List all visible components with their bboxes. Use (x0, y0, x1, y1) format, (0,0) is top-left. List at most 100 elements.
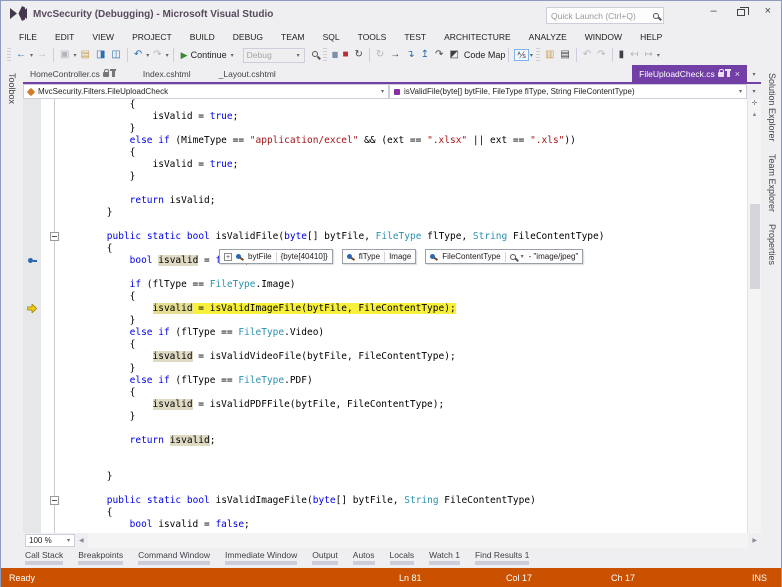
continue-button[interactable]: ▶ Continue ▾ (177, 50, 239, 61)
step-over-icon[interactable]: ↷ (432, 46, 446, 64)
code-line[interactable]: } (61, 471, 747, 483)
zoom-dropdown[interactable]: 100 % ▾ (25, 534, 75, 547)
menu-item[interactable]: VIEW (83, 32, 123, 42)
code-line[interactable]: { (61, 387, 747, 399)
menu-item[interactable]: ARCHITECTURE (435, 32, 520, 42)
stop-debugging-icon[interactable]: ■ (339, 46, 351, 64)
code-line[interactable]: isvalid = isValidVideoFile(bytFile, File… (61, 351, 747, 363)
copy-document-icon[interactable]: ▤ (557, 46, 572, 64)
open-file-icon[interactable]: ▤ (77, 46, 92, 64)
code-line[interactable]: } (61, 411, 747, 423)
code-line[interactable]: } (61, 363, 747, 375)
type-dropdown[interactable]: MvcSecurity.Filters.FileUploadCheck ▾ (23, 84, 389, 99)
splitter-handle[interactable]: ✛ (748, 99, 761, 109)
datatip-pin-icon[interactable] (430, 253, 438, 261)
tool-window-tab[interactable]: Call Stack (25, 550, 64, 565)
horizontal-scrollbar[interactable] (87, 533, 749, 548)
tool-window-tab[interactable]: Command Window (138, 550, 210, 565)
tool-window-tab[interactable]: Breakpoints (78, 550, 123, 565)
code-line[interactable] (61, 447, 747, 459)
toolbox-tab[interactable]: Toolbox (5, 69, 19, 108)
menu-item[interactable]: BUILD (181, 32, 224, 42)
code-line[interactable] (61, 267, 747, 279)
solution-explorer-tab[interactable]: Solution Explorer (765, 69, 779, 146)
scroll-up-icon[interactable]: ▲ (748, 109, 761, 121)
show-next-statement-icon[interactable]: → (387, 46, 403, 64)
datatip-pin-icon[interactable] (346, 253, 355, 261)
visualizer-caret-icon[interactable]: ▾ (520, 253, 525, 260)
menu-item[interactable]: TOOLS (349, 32, 396, 42)
bookmark-icon[interactable]: ▮ (616, 46, 628, 64)
code-line[interactable] (61, 483, 747, 495)
breakpoint-margin[interactable] (23, 99, 41, 533)
code-line[interactable]: else if (flType == FileType.Video) (61, 327, 747, 339)
tool-window-tab[interactable]: Output (312, 550, 338, 565)
pin-icon[interactable] (110, 69, 117, 77)
code-line[interactable]: { (61, 147, 747, 159)
quick-launch-input[interactable]: Quick Launch (Ctrl+Q) (546, 7, 664, 24)
step-into-icon[interactable]: ↴ (403, 46, 417, 64)
text-visualizer-icon[interactable] (509, 253, 516, 260)
code-line[interactable]: isValid = true; (61, 159, 747, 171)
menu-item[interactable]: DEBUG (224, 32, 272, 42)
tool-window-tab[interactable]: Watch 1 (429, 550, 460, 565)
menu-item[interactable]: HELP (631, 32, 671, 42)
undo-icon[interactable]: ↶ (131, 46, 145, 64)
code-line[interactable]: } (61, 315, 747, 327)
code-line[interactable]: } (61, 171, 747, 183)
menu-item[interactable]: SQL (314, 32, 349, 42)
menu-item[interactable]: EDIT (46, 32, 83, 42)
code-line[interactable] (61, 219, 747, 231)
solution-configurations-dropdown[interactable]: Debug ▾ (242, 47, 305, 63)
menu-item[interactable]: ANALYZE (520, 32, 576, 42)
code-map-icon[interactable]: ◩ (446, 46, 461, 64)
break-all-icon[interactable]: ▮▮ (329, 46, 340, 64)
tab-homecontroller[interactable]: HomeController.cs (23, 65, 122, 82)
code-line[interactable]: return isValid; (61, 195, 747, 207)
save-icon[interactable]: ◨ (93, 46, 108, 64)
bookmark-caret-icon[interactable]: ▾ (656, 52, 661, 59)
vertical-scrollbar-thumb[interactable] (750, 204, 760, 289)
restore-button[interactable] (736, 7, 749, 16)
tab-fileuploadcheck[interactable]: FileUploadCheck.cs × (632, 65, 747, 82)
intellitrace-caret-icon[interactable]: ▾ (529, 52, 534, 59)
tool-window-tab[interactable]: Find Results 1 (474, 550, 530, 565)
code-line[interactable]: if (flType == FileType.Image) (61, 279, 747, 291)
outline-margin[interactable] (45, 99, 61, 533)
team-explorer-tab[interactable]: Team Explorer (765, 150, 779, 216)
minimize-button[interactable]: – (710, 5, 716, 17)
restart-icon[interactable]: ↻ (351, 46, 365, 64)
datatip-filecontenttype[interactable]: FileContentType ▾ - "image/jpeg" (425, 249, 584, 264)
intellitrace-toggle-icon[interactable]: ⅍ (514, 49, 529, 61)
expand-icon[interactable]: + (224, 252, 232, 261)
code-line[interactable] (61, 183, 747, 195)
properties-tab[interactable]: Properties (765, 220, 779, 269)
tool-window-tab[interactable]: Locals (389, 550, 414, 565)
code-line[interactable] (61, 459, 747, 471)
margin-pin-icon[interactable] (28, 256, 37, 265)
datatip-pin-icon[interactable] (236, 253, 244, 261)
tab-list-caret-icon[interactable]: ▾ (747, 71, 761, 82)
code-line[interactable]: else if (flType == FileType.PDF) (61, 375, 747, 387)
code-map-label[interactable]: Code Map (462, 50, 506, 60)
tool-window-tab[interactable]: Autos (352, 550, 375, 565)
menu-item[interactable]: FILE (10, 32, 46, 42)
menu-item[interactable]: TEAM (272, 32, 314, 42)
code-line[interactable]: isValid = true; (61, 111, 747, 123)
scroll-left-icon[interactable]: ◀ (75, 537, 88, 544)
tool-window-tab[interactable]: Immediate Window (224, 550, 298, 565)
code-line[interactable]: isvalid = isValidImageFile(bytFile, File… (61, 303, 747, 315)
menu-item[interactable]: PROJECT (123, 32, 181, 42)
code-line[interactable]: } (61, 123, 747, 135)
scroll-right-icon[interactable]: ▶ (748, 537, 761, 544)
close-button[interactable]: × (765, 5, 771, 17)
code-line[interactable]: { (61, 507, 747, 519)
datatip-fltype[interactable]: flType Image (341, 249, 417, 264)
code-line[interactable]: { (61, 339, 747, 351)
pin-icon[interactable] (725, 69, 732, 77)
close-tab-icon[interactable]: × (733, 69, 740, 79)
collapse-region-icon[interactable] (50, 232, 59, 241)
save-all-icon[interactable]: ◫ (108, 46, 123, 64)
datatip-bytfile[interactable]: + bytFile {byte[40410]} (219, 249, 333, 264)
menu-item[interactable]: WINDOW (576, 32, 631, 42)
